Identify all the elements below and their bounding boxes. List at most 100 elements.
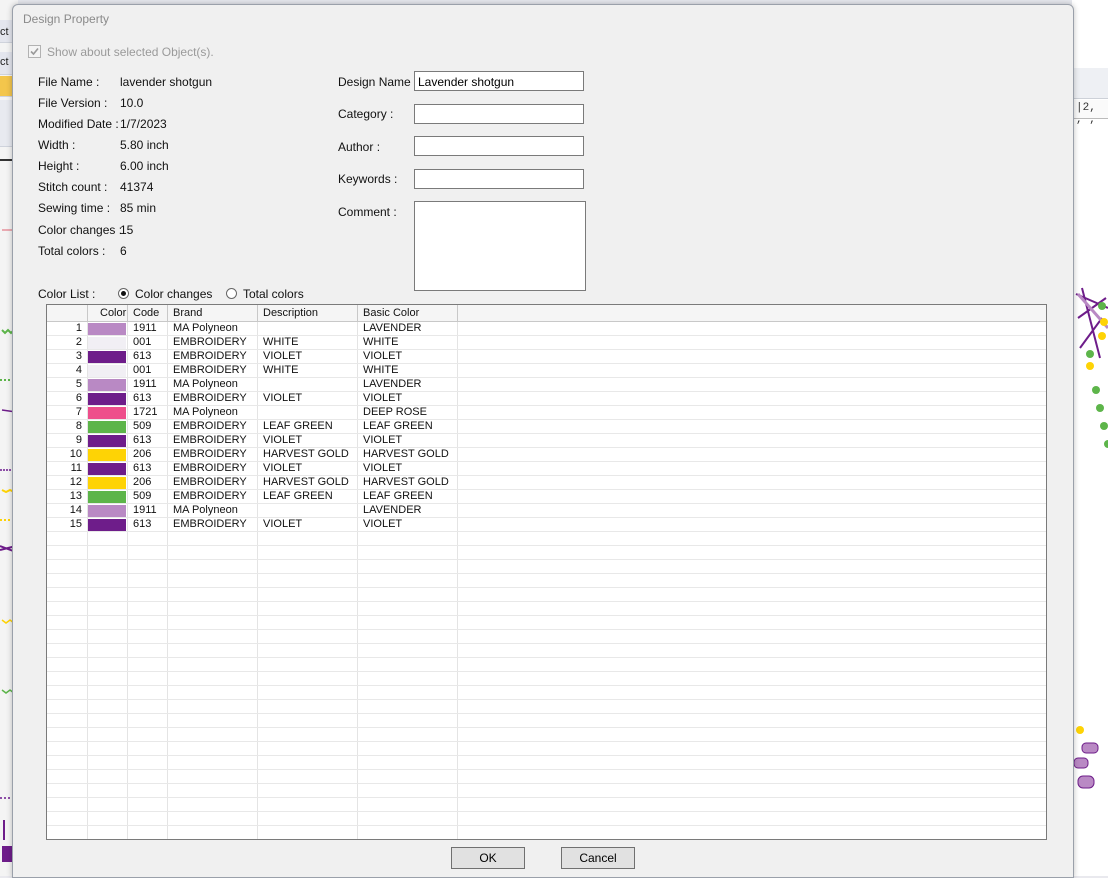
file-name-value: lavender shotgun <box>120 75 213 89</box>
table-row[interactable]: 7 1721 MA Polyneon DEEP ROSE <box>47 406 1046 420</box>
header-brand[interactable]: Brand <box>168 305 258 321</box>
cell <box>168 700 258 713</box>
cell <box>168 784 258 797</box>
cell-index: 9 <box>47 434 88 447</box>
cell <box>128 588 168 601</box>
color-swatch <box>88 463 126 475</box>
cell <box>47 546 88 559</box>
cell <box>128 574 168 587</box>
cell-brand: EMBROIDERY <box>168 448 258 461</box>
cell-brand: MA Polyneon <box>168 322 258 335</box>
cell-basic: VIOLET <box>358 462 458 475</box>
cell-desc <box>258 322 358 335</box>
comment-textarea[interactable] <box>414 201 586 291</box>
cell <box>258 756 358 769</box>
table-row[interactable]: 1 1911 MA Polyneon LAVENDER <box>47 322 1046 336</box>
empty-row <box>47 574 1046 588</box>
table-row[interactable]: 12 206 EMBROIDERY HARVEST GOLD HARVEST GOLD <box>47 476 1046 490</box>
radio-total-colors[interactable]: Total colors <box>226 287 304 301</box>
radio-color-changes[interactable]: Color changes <box>118 287 212 301</box>
cell-index: 3 <box>47 350 88 363</box>
cell <box>358 826 458 839</box>
cell <box>258 770 358 783</box>
header-description[interactable]: Description <box>258 305 358 321</box>
table-row[interactable]: 15 613 EMBROIDERY VIOLET VIOLET <box>47 518 1046 532</box>
cell <box>88 532 128 545</box>
dialog-title-bar[interactable]: Design Property <box>13 5 1073 33</box>
cell-basic: WHITE <box>358 336 458 349</box>
header-color[interactable]: Color <box>88 305 128 321</box>
modified-date-value: 1/7/2023 <box>120 117 167 131</box>
category-input[interactable] <box>414 104 584 124</box>
cell <box>88 700 128 713</box>
design-name-input[interactable]: Lavender shotgun <box>414 71 584 91</box>
cell <box>128 644 168 657</box>
cell <box>47 532 88 545</box>
stitch-count-label: Stitch count : <box>38 180 108 194</box>
cell <box>358 672 458 685</box>
table-row[interactable]: 11 613 EMBROIDERY VIOLET VIOLET <box>47 462 1046 476</box>
table-row[interactable]: 3 613 EMBROIDERY VIOLET VIOLET <box>47 350 1046 364</box>
cell <box>88 616 128 629</box>
cell <box>128 630 168 643</box>
table-row[interactable]: 6 613 EMBROIDERY VIOLET VIOLET <box>47 392 1046 406</box>
cell <box>128 700 168 713</box>
table-row[interactable]: 2 001 EMBROIDERY WHITE WHITE <box>47 336 1046 350</box>
cell <box>358 560 458 573</box>
table-row[interactable]: 14 1911 MA Polyneon LAVENDER <box>47 504 1046 518</box>
background-left-label: ct <box>0 56 9 68</box>
cell-brand: EMBROIDERY <box>168 518 258 531</box>
cell <box>258 644 358 657</box>
ok-button[interactable]: OK <box>451 847 525 869</box>
cell <box>358 770 458 783</box>
table-row[interactable]: 5 1911 MA Polyneon LAVENDER <box>47 378 1046 392</box>
cell-brand: MA Polyneon <box>168 504 258 517</box>
color-swatch <box>88 505 126 517</box>
cell <box>358 798 458 811</box>
empty-row <box>47 588 1046 602</box>
empty-row <box>47 616 1046 630</box>
cell <box>88 630 128 643</box>
cancel-button[interactable]: Cancel <box>561 847 635 869</box>
cell <box>47 756 88 769</box>
color-list-grid[interactable]: Color Code Brand Description Basic Color… <box>46 304 1047 840</box>
header-basic-color[interactable]: Basic Color <box>358 305 458 321</box>
show-selected-checkbox-row: Show about selected Object(s). <box>28 45 214 59</box>
cell-code: 509 <box>128 490 168 503</box>
cell <box>358 728 458 741</box>
keywords-input[interactable] <box>414 169 584 189</box>
cell <box>128 616 168 629</box>
file-version-value: 10.0 <box>120 96 144 110</box>
cell <box>47 644 88 657</box>
cell <box>47 574 88 587</box>
cell-code: 613 <box>128 462 168 475</box>
author-input[interactable] <box>414 136 584 156</box>
height-value: 6.00 inch <box>120 159 169 173</box>
cell <box>258 686 358 699</box>
show-selected-checkbox[interactable] <box>28 45 41 58</box>
color-swatch <box>88 393 126 405</box>
cell <box>128 812 168 825</box>
cell <box>168 826 258 839</box>
table-row[interactable]: 8 509 EMBROIDERY LEAF GREEN LEAF GREEN <box>47 420 1046 434</box>
table-row[interactable]: 4 001 EMBROIDERY WHITE WHITE <box>47 364 1046 378</box>
cell <box>128 560 168 573</box>
background-app-canvas: |2, , , <box>1072 0 1108 876</box>
table-row[interactable]: 10 206 EMBROIDERY HARVEST GOLD HARVEST GOLD <box>47 448 1046 462</box>
empty-row <box>47 672 1046 686</box>
header-code[interactable]: Code <box>128 305 168 321</box>
cell <box>47 560 88 573</box>
cell-index: 13 <box>47 490 88 503</box>
cell <box>47 700 88 713</box>
cell-brand: EMBROIDERY <box>168 350 258 363</box>
empty-row <box>47 686 1046 700</box>
empty-row <box>47 714 1046 728</box>
cell <box>88 728 128 741</box>
cell <box>258 700 358 713</box>
cell <box>168 714 258 727</box>
cell-desc: HARVEST GOLD <box>258 476 358 489</box>
keywords-label: Keywords : <box>338 172 398 186</box>
table-row[interactable]: 9 613 EMBROIDERY VIOLET VIOLET <box>47 434 1046 448</box>
table-row[interactable]: 13 509 EMBROIDERY LEAF GREEN LEAF GREEN <box>47 490 1046 504</box>
sewing-time-label: Sewing time : <box>38 201 111 215</box>
